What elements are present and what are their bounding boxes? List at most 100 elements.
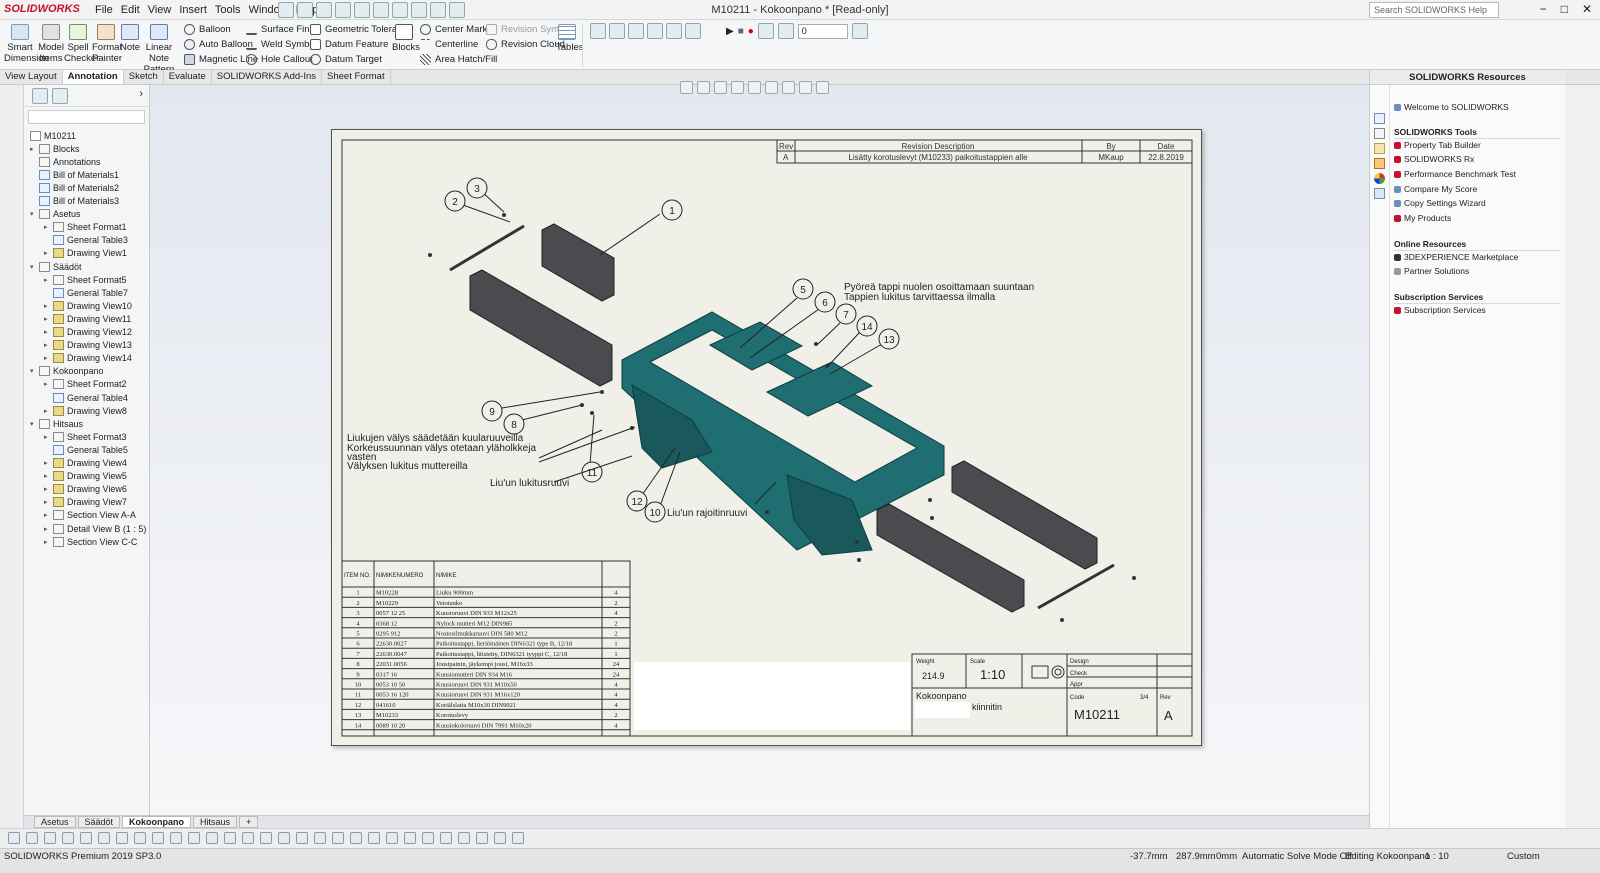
hide-icon[interactable]: [368, 832, 380, 844]
tree-item[interactable]: Bill of Materials2: [30, 181, 119, 194]
tree-item[interactable]: ▸ Drawing View1: [44, 247, 127, 260]
zoom-icon[interactable]: [422, 832, 434, 844]
units-selector[interactable]: Custom: [1507, 851, 1540, 862]
surface-finish-icon[interactable]: [188, 832, 200, 844]
revision-cloud-button[interactable]: Revision Cloud: [486, 39, 565, 50]
expand-toggle-icon[interactable]: ▸: [30, 145, 36, 153]
tree-item[interactable]: ▸ Drawing View5: [44, 470, 127, 483]
appearances-icon[interactable]: [1374, 173, 1385, 184]
text-style-icon[interactable]: [590, 23, 606, 39]
sheet-tab-asetus[interactable]: Asetus: [34, 816, 76, 828]
solidworks-rx-link[interactable]: SOLIDWORKS Rx: [1394, 154, 1474, 164]
tree-item[interactable]: ▸ Drawing View7: [44, 496, 127, 509]
tab-view-layout[interactable]: View Layout: [0, 70, 63, 84]
snap-icon[interactable]: [386, 832, 398, 844]
design-library-icon[interactable]: [1374, 128, 1385, 139]
tree-item[interactable]: ▸ Section View C-C: [44, 535, 137, 548]
expand-toggle-icon[interactable]: ▾: [30, 263, 36, 271]
note-icon[interactable]: [134, 832, 146, 844]
menu-edit[interactable]: Edit: [121, 4, 140, 16]
select-icon[interactable]: [62, 832, 74, 844]
tree-item[interactable]: ▸ Drawing View11: [44, 312, 131, 325]
tree-item[interactable]: ▸ Drawing View10: [44, 299, 132, 312]
expand-toggle-icon[interactable]: ▸: [44, 328, 50, 336]
tab-sketch[interactable]: Sketch: [124, 70, 164, 84]
lock-icon[interactable]: [647, 23, 663, 39]
tree-item[interactable]: ▸ Detail View B (1 : 5): [44, 522, 146, 535]
tree-item[interactable]: ▸ Drawing View4: [44, 457, 127, 470]
copy-settings-link[interactable]: Copy Settings Wizard: [1394, 198, 1486, 208]
layer-icon[interactable]: [296, 832, 308, 844]
tab-evaluate[interactable]: Evaluate: [164, 70, 212, 84]
zoom-in-out-icon[interactable]: [714, 81, 727, 94]
tree-item[interactable]: ▸ Blocks: [30, 142, 80, 155]
group-icon[interactable]: [685, 23, 701, 39]
blocks-button[interactable]: Blocks: [392, 24, 420, 53]
chevron-right-icon[interactable]: ›: [139, 88, 143, 100]
tree-item[interactable]: General Table4: [44, 391, 128, 404]
close-button[interactable]: ✕: [1582, 2, 1592, 16]
file-explorer-icon[interactable]: [1374, 143, 1385, 154]
tree-item[interactable]: ▸ Section View A-A: [44, 509, 136, 522]
expand-toggle-icon[interactable]: ▸: [44, 498, 50, 506]
print-icon[interactable]: [354, 2, 370, 18]
zoom-area-icon[interactable]: [697, 81, 710, 94]
minimize-button[interactable]: −: [1540, 2, 1547, 16]
expand-toggle-icon[interactable]: ▾: [30, 367, 36, 375]
view-palette-icon[interactable]: [1374, 158, 1385, 169]
expand-toggle-icon[interactable]: ▸: [44, 302, 50, 310]
stop-icon[interactable]: ■: [738, 26, 744, 37]
tree-item[interactable]: ▸ Drawing View14: [44, 352, 132, 365]
tree-item[interactable]: ▾ Asetus: [30, 208, 81, 221]
format-painter-button[interactable]: Format Painter: [92, 24, 122, 64]
rotate-icon[interactable]: [458, 832, 470, 844]
rectangle-icon[interactable]: [26, 832, 38, 844]
file-properties-icon[interactable]: [430, 2, 446, 18]
tree-item[interactable]: Bill of Materials1: [30, 168, 119, 181]
marketplace-link[interactable]: 3DEXPERIENCE Marketplace: [1394, 252, 1518, 262]
linear-note-pattern-button[interactable]: Linear Note Pattern: [140, 24, 178, 75]
menu-insert[interactable]: Insert: [179, 4, 207, 16]
grid-icon[interactable]: [404, 832, 416, 844]
property-manager-icon[interactable]: [52, 88, 68, 104]
maximize-button[interactable]: □: [1561, 2, 1568, 16]
solve-mode[interactable]: Automatic Solve Mode Off: [1242, 851, 1352, 862]
link-icon[interactable]: [628, 23, 644, 39]
tree-item[interactable]: ▾ Kokoonpano: [30, 365, 104, 378]
table-icon[interactable]: [260, 832, 272, 844]
tree-item[interactable]: ▸ Sheet Format3: [44, 430, 127, 443]
rebuild-icon[interactable]: [411, 2, 427, 18]
menu-tools[interactable]: Tools: [215, 4, 241, 16]
benchmark-link[interactable]: Performance Benchmark Test: [1394, 169, 1516, 179]
sheet-tab-hitsaus[interactable]: Hitsaus: [193, 816, 238, 828]
smart-dimension-button[interactable]: Smart Dimension: [4, 24, 49, 64]
expand-toggle-icon[interactable]: ▾: [30, 210, 36, 218]
tree-item[interactable]: ▸ Sheet Format2: [44, 378, 127, 391]
menu-view[interactable]: View: [148, 4, 172, 16]
auto-balloon-button[interactable]: Auto Balloon: [184, 39, 253, 50]
measure-icon[interactable]: [476, 832, 488, 844]
edit-macro-icon[interactable]: [757, 23, 774, 39]
tree-item[interactable]: ▸ Drawing View12: [44, 326, 132, 339]
record-icon[interactable]: ●: [748, 26, 754, 37]
partner-solutions-link[interactable]: Partner Solutions: [1394, 266, 1469, 276]
hide-show-icon[interactable]: [782, 81, 795, 94]
expand-toggle-icon[interactable]: ▸: [44, 276, 50, 284]
block-icon[interactable]: [278, 832, 290, 844]
expand-toggle-icon[interactable]: ▸: [44, 433, 50, 441]
expand-toggle-icon[interactable]: ▸: [44, 407, 50, 415]
expand-toggle-icon[interactable]: ▸: [44, 485, 50, 493]
play-icon[interactable]: ▶: [726, 26, 734, 37]
align-icon[interactable]: [314, 832, 326, 844]
tree-root[interactable]: M10211: [30, 129, 76, 142]
weld-icon[interactable]: [206, 832, 218, 844]
select-icon[interactable]: [392, 2, 408, 18]
scene-icon[interactable]: [816, 81, 829, 94]
expand-toggle-icon[interactable]: ▸: [44, 380, 50, 388]
expand-toggle-icon[interactable]: ▸: [44, 354, 50, 362]
hole-callout-button[interactable]: Hole Callout: [246, 54, 313, 65]
expand-toggle-icon[interactable]: ▸: [44, 341, 50, 349]
layer-properties-icon[interactable]: [851, 23, 868, 39]
tables-button[interactable]: Tables: [556, 24, 583, 53]
center-mark-button[interactable]: Center Mark: [420, 24, 487, 35]
